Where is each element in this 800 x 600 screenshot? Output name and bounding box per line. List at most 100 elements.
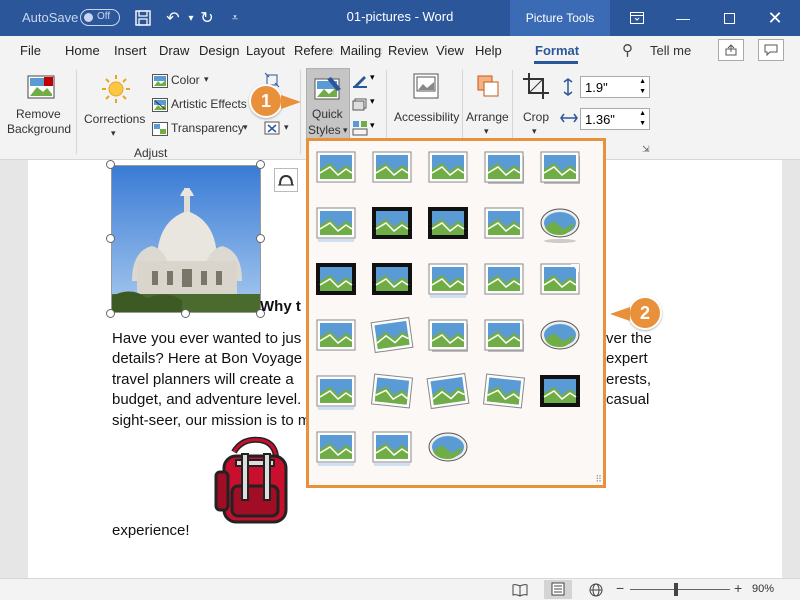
picture-effects-button[interactable]: ▾: [352, 96, 382, 114]
resize-handle[interactable]: [256, 160, 265, 169]
quick-style-option[interactable]: [484, 319, 524, 352]
read-mode-icon[interactable]: [512, 583, 528, 597]
tab-references[interactable]: References: [294, 43, 334, 58]
quick-style-option[interactable]: [370, 373, 414, 409]
tab-mailings[interactable]: Mailings: [340, 43, 382, 58]
arrange-button[interactable]: Arrange ▾: [464, 70, 510, 140]
quick-style-option[interactable]: [372, 151, 412, 183]
quick-style-option[interactable]: [428, 207, 468, 239]
paragraph-line: travel planners will create a: [112, 371, 294, 388]
autosave-toggle[interactable]: Off: [80, 9, 120, 26]
selected-picture[interactable]: [111, 165, 261, 313]
height-field[interactable]: 1.9" ▲ ▼: [580, 76, 650, 98]
quick-styles-button[interactable]: Quick Styles ▾: [306, 68, 350, 142]
paragraph-line: budget, and adventure level.: [112, 391, 302, 408]
zoom-level[interactable]: 90%: [752, 583, 774, 595]
close-icon[interactable]: ✕: [752, 0, 798, 36]
quick-style-option[interactable]: [316, 263, 356, 295]
size-dialog-launcher-icon[interactable]: ⇲: [642, 144, 650, 155]
sun-icon: [102, 75, 130, 103]
backpack-picture[interactable]: [212, 436, 292, 528]
chevron-down-icon: ▾: [111, 128, 116, 138]
tab-home[interactable]: Home: [65, 43, 100, 58]
quick-styles-icon: [314, 77, 341, 100]
resize-handle[interactable]: [106, 309, 115, 318]
quick-style-option[interactable]: [540, 151, 580, 184]
maximize-icon[interactable]: [706, 0, 752, 36]
zoom-slider-thumb[interactable]: [674, 583, 678, 596]
tab-design[interactable]: Design: [199, 43, 239, 58]
tab-file[interactable]: File: [20, 43, 41, 58]
corrections-button[interactable]: Corrections ▾: [80, 70, 150, 140]
quick-style-option[interactable]: [428, 263, 468, 298]
save-icon[interactable]: [132, 7, 154, 29]
tab-review[interactable]: Review: [388, 43, 428, 58]
quick-style-option[interactable]: [540, 263, 580, 295]
web-layout-icon[interactable]: [588, 583, 604, 597]
resize-handle[interactable]: [106, 234, 115, 243]
chevron-down-icon: ▾: [243, 122, 248, 132]
resize-handle[interactable]: [106, 160, 115, 169]
remove-background-button[interactable]: Remove Background: [4, 70, 74, 140]
search-icon[interactable]: ⚲: [622, 41, 633, 59]
zoom-slider[interactable]: [630, 589, 730, 590]
quick-style-option[interactable]: [316, 431, 356, 466]
quick-style-option[interactable]: [372, 263, 412, 295]
accessibility-button[interactable]: Accessibility: [390, 70, 462, 140]
quick-style-option[interactable]: [540, 375, 580, 407]
adjust-group-label: Adjust: [134, 146, 168, 160]
share-icon[interactable]: [718, 39, 744, 61]
chevron-down-icon: ▾: [284, 122, 289, 132]
chevron-down-icon: ▾: [484, 126, 489, 136]
quick-style-option[interactable]: [316, 375, 356, 410]
crop-button[interactable]: Crop ▾: [516, 70, 556, 140]
picture-layout-button[interactable]: ▾: [352, 120, 382, 138]
ribbon-display-icon[interactable]: [614, 0, 660, 36]
comments-icon[interactable]: [758, 39, 784, 61]
height-spinner-icon[interactable]: ▲ ▼: [639, 77, 646, 97]
quick-style-option[interactable]: [316, 319, 356, 351]
artistic-effects-button[interactable]: Artistic Effects ▾: [150, 96, 260, 114]
tab-draw[interactable]: Draw: [159, 43, 189, 58]
quick-style-option[interactable]: [428, 151, 468, 183]
quick-style-option[interactable]: [428, 319, 468, 352]
quick-style-option[interactable]: [426, 372, 470, 410]
tab-insert[interactable]: Insert: [114, 43, 147, 58]
width-spinner-icon[interactable]: ▲ ▼: [639, 109, 646, 129]
quick-style-option[interactable]: [428, 432, 468, 462]
quick-style-option[interactable]: [316, 207, 356, 242]
quick-style-option[interactable]: [484, 151, 524, 184]
quick-style-option[interactable]: [372, 207, 412, 239]
color-button[interactable]: Color ▾: [150, 72, 225, 90]
zoom-in-icon[interactable]: +: [734, 580, 742, 596]
tab-view[interactable]: View: [436, 43, 464, 58]
zoom-out-icon[interactable]: −: [616, 580, 624, 596]
gallery-resize-grip-icon[interactable]: ⠿: [595, 474, 602, 485]
customize-toolbar-icon[interactable]: ⩡: [224, 7, 246, 29]
quick-style-option[interactable]: [372, 431, 412, 466]
tab-help[interactable]: Help: [475, 43, 502, 58]
height-value: 1.9": [585, 80, 608, 95]
width-field[interactable]: 1.36" ▲ ▼: [580, 108, 650, 130]
transparency-button[interactable]: Transparency ▾: [150, 120, 255, 138]
print-layout-button[interactable]: [544, 580, 572, 599]
tell-me-label[interactable]: Tell me: [650, 43, 691, 58]
quick-style-option[interactable]: [540, 320, 580, 350]
callout-2-pointer: [610, 307, 630, 321]
quick-style-option[interactable]: [484, 207, 524, 239]
layout-options-icon[interactable]: [274, 168, 298, 192]
quick-style-option[interactable]: [316, 151, 356, 183]
quick-styles-label-2: Styles: [308, 123, 341, 137]
tab-layout[interactable]: Layout: [246, 43, 288, 58]
resize-handle[interactable]: [256, 234, 265, 243]
quick-style-option[interactable]: [482, 373, 526, 409]
quick-style-option[interactable]: [370, 316, 414, 354]
tab-format[interactable]: Format: [535, 43, 579, 58]
quick-style-option[interactable]: [484, 263, 524, 295]
picture-border-button[interactable]: ▾: [352, 72, 382, 90]
redo-icon[interactable]: ↻: [196, 7, 218, 29]
minimize-icon[interactable]: —: [660, 0, 706, 36]
width-icon: [560, 113, 578, 123]
transparency-icon: [152, 122, 168, 136]
resize-handle[interactable]: [181, 309, 190, 318]
